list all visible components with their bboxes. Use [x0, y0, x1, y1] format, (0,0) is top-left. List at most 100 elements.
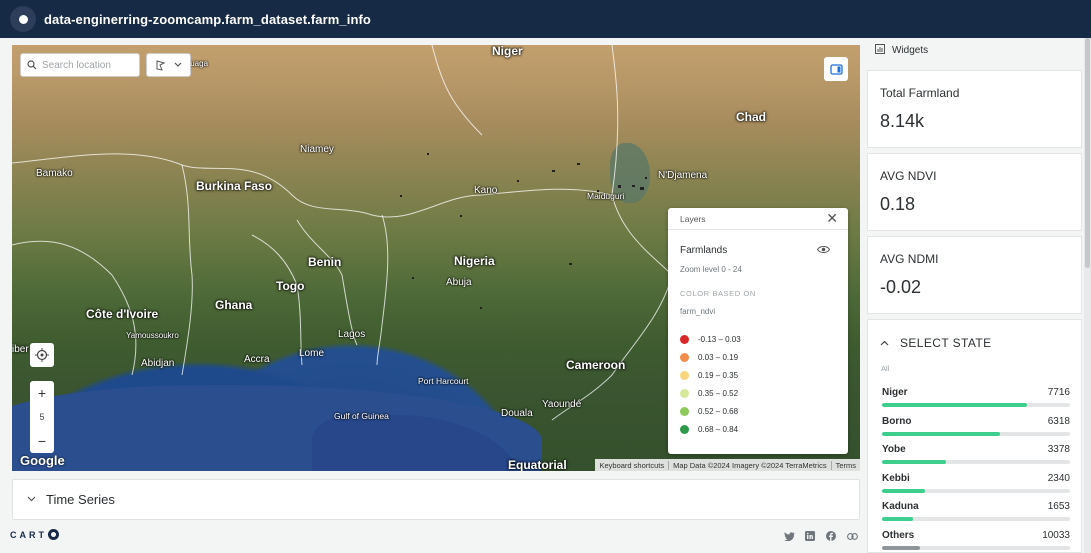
legend-swatch [680, 406, 689, 416]
carto-brand-text: CART [10, 529, 47, 540]
select-all-link[interactable]: All [881, 364, 889, 373]
state-name: Borno [882, 415, 912, 427]
select-state-header[interactable]: SELECT STATE [880, 336, 992, 350]
state-bar [882, 517, 1070, 521]
map-label-togo: Togo [276, 279, 305, 293]
state-row[interactable]: Others 10033 [882, 530, 1070, 550]
app-logo-icon[interactable] [10, 6, 36, 32]
legend-item: 0.35 – 0.52 [680, 384, 741, 402]
layer-zoom-info: Zoom level 0 - 24 [680, 265, 742, 274]
state-row[interactable]: Borno 6318 [882, 416, 1070, 436]
state-bar-fill [882, 460, 946, 464]
legend-swatch [680, 388, 689, 398]
layers-panel: Layers ✕ Farmlands Zoom level 0 - 24 COL… [668, 208, 848, 454]
time-series-label: Time Series [46, 492, 115, 507]
keyboard-shortcuts-link[interactable]: Keyboard shortcuts [595, 461, 668, 470]
legend-item: 0.68 – 0.84 [680, 420, 741, 438]
select-state-widget: SELECT STATE All Niger 7716 Borno 6318 Yobe 3… [867, 319, 1082, 553]
widget-value: -0.02 [880, 277, 922, 297]
state-name: Yobe [882, 444, 906, 455]
social-links [782, 529, 859, 543]
map-label-maiduguri: Maiduguri [587, 191, 625, 201]
map-label-lome: Lome [299, 348, 325, 359]
state-bar [882, 403, 1070, 407]
state-count: 6318 [1047, 415, 1070, 427]
legend-label: 0.19 – 0.35 [698, 370, 739, 380]
chevron-down-icon[interactable] [27, 494, 36, 505]
map-label-equatorial: Equatorial [508, 458, 567, 471]
chevron-down-icon [174, 62, 182, 67]
avg-ndvi-widget: AVG NDVI 0.18 [867, 153, 1082, 231]
state-bar-fill [882, 488, 926, 493]
state-row[interactable]: Kebbi 2340 [882, 473, 1070, 493]
zoom-control: + 5 − [30, 381, 54, 453]
bar-chart-icon [875, 43, 885, 57]
zoom-out-button[interactable]: − [38, 433, 46, 449]
color-attribute: farm_ndvi [680, 307, 716, 316]
color-based-on-label: COLOR BASED ON [680, 289, 756, 298]
legend-swatch [680, 370, 689, 380]
widget-label: AVG NDVI [880, 169, 937, 183]
state-row[interactable]: Kaduna 1653 [882, 501, 1070, 521]
vertical-scrollbar[interactable] [1084, 38, 1091, 553]
state-name: Kaduna [882, 501, 919, 512]
state-count: 1653 [1047, 501, 1070, 512]
legend-label: 0.68 – 0.84 [698, 424, 739, 434]
search-location[interactable] [20, 53, 140, 77]
lasso-icon [156, 59, 166, 71]
widget-label: Total Farmland [880, 86, 960, 100]
legend-swatch [680, 334, 689, 344]
widgets-sidebar: Widgets Total Farmland 8.14k AVG NDVI 0.… [865, 38, 1083, 553]
toggle-panel-button[interactable] [824, 57, 848, 81]
facebook-icon[interactable] [824, 529, 838, 543]
close-icon[interactable]: ✕ [826, 210, 838, 227]
total-farmland-widget: Total Farmland 8.14k [867, 70, 1082, 148]
layer-name: Farmlands [680, 245, 728, 256]
draw-tool-button[interactable] [146, 53, 191, 77]
map-view[interactable]: Niger Chad Burkina Faso Benin Nigeria To… [12, 45, 860, 471]
layer-legend: -0.13 – 0.03 0.03 – 0.19 0.19 – 0.35 0.3… [680, 330, 741, 438]
map-label-benin: Benin [308, 255, 342, 269]
state-count: 10033 [1042, 529, 1070, 541]
map-label-ghana: Ghana [215, 298, 253, 312]
map-label-burkina-faso: Burkina Faso [196, 179, 273, 193]
widget-value: 8.14k [880, 111, 925, 131]
state-row[interactable]: Niger 7716 [882, 387, 1070, 407]
state-bar-fill [882, 431, 1001, 436]
legend-item: 0.19 – 0.35 [680, 366, 741, 384]
map-attribution: Keyboard shortcuts Map Data ©2024 Imager… [595, 459, 860, 471]
link-icon[interactable] [845, 529, 859, 543]
legend-item: 0.52 – 0.68 [680, 402, 741, 420]
state-row[interactable]: Yobe 3378 [882, 444, 1070, 464]
state-count: 2340 [1047, 472, 1070, 484]
state-bar [882, 431, 1070, 436]
google-logo: Google [20, 453, 65, 468]
chevron-up-icon[interactable] [880, 338, 889, 348]
locate-me-button[interactable] [30, 343, 54, 367]
map-label-kano: Kano [474, 185, 498, 196]
map-label-bamako: Bamako [36, 168, 73, 179]
search-input[interactable] [42, 59, 132, 71]
state-bar [882, 545, 1070, 550]
zoom-in-button[interactable]: + [38, 385, 46, 401]
visibility-eye-icon[interactable] [816, 245, 831, 257]
map-label-abuja: Abuja [446, 277, 472, 288]
map-data-text: Map Data ©2024 Imagery ©2024 TerraMetric… [668, 460, 830, 470]
scrollbar-thumb[interactable] [1085, 38, 1090, 268]
linkedin-icon[interactable] [803, 529, 817, 543]
map-label-niger: Niger [492, 45, 523, 58]
time-series-panel[interactable]: Time Series [12, 479, 860, 520]
state-bar [882, 460, 1070, 464]
map-label-gulf-of-guinea: Gulf of Guinea [334, 411, 389, 421]
map-label-lagos: Lagos [338, 329, 366, 340]
twitter-icon[interactable] [782, 529, 796, 543]
widget-value: 0.18 [880, 194, 916, 214]
state-bar-fill [882, 517, 914, 521]
map-label-cameroon: Cameroon [566, 358, 626, 372]
terms-link[interactable]: Terms [830, 460, 860, 470]
map-label-cote-divoire: Côte d'Ivoire [86, 307, 159, 321]
map-label-yamoussoukro: Yamoussoukro [126, 331, 179, 340]
legend-label: -0.13 – 0.03 [698, 334, 741, 344]
state-bar [882, 488, 1070, 493]
map-label-abidjan: Abidjan [141, 358, 175, 369]
